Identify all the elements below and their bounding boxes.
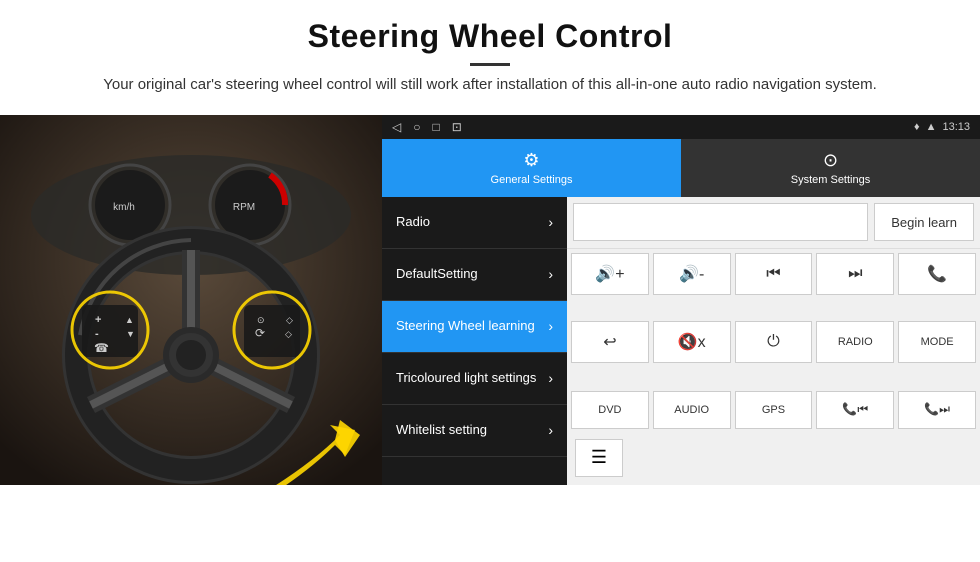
svg-text:⊙: ⊙ [257, 315, 265, 325]
page-subtitle: Your original car's steering wheel contr… [100, 74, 880, 97]
main-content: Radio › DefaultSetting › Steering Wheel … [382, 197, 980, 485]
menu-list: Radio › DefaultSetting › Steering Wheel … [382, 197, 567, 485]
home-nav-icon[interactable]: ○ [413, 120, 420, 134]
menu-item-whitelist-label: Whitelist setting [396, 422, 487, 439]
page-title: Steering Wheel Control [20, 18, 960, 55]
page-header: Steering Wheel Control Your original car… [0, 0, 980, 107]
tab-general-settings[interactable]: ⚙ General Settings [382, 139, 681, 197]
back-nav-icon[interactable]: ◁ [392, 120, 401, 134]
volume-down-button[interactable]: 🔊- [653, 253, 731, 295]
gps-label: GPS [762, 404, 785, 416]
tab-system-settings[interactable]: ⊙ System Settings [681, 139, 980, 197]
learn-input-field[interactable] [573, 203, 868, 241]
begin-learn-row: Begin learn [567, 197, 980, 249]
list-icon: ☰ [591, 447, 607, 468]
mute-button[interactable]: 🔇x [653, 321, 731, 363]
dvd-button[interactable]: DVD [571, 391, 649, 429]
header-divider [470, 63, 510, 66]
svg-text:▼: ▼ [126, 329, 135, 339]
svg-text:RPM: RPM [233, 202, 255, 213]
recents-nav-icon[interactable]: □ [432, 120, 439, 134]
menu-item-steering-label: Steering Wheel learning [396, 318, 535, 335]
menu-item-tricoloured-arrow: › [548, 370, 553, 386]
radio-label: RADIO [838, 336, 873, 348]
hang-up-icon: ↩ [603, 332, 616, 352]
menu-item-whitelist[interactable]: Whitelist setting › [382, 405, 567, 457]
menu-item-default-arrow: › [548, 266, 553, 282]
status-bar: ◁ ○ □ ⊡ ♦ ▲ 13:13 [382, 115, 980, 139]
gps-button[interactable]: GPS [735, 391, 813, 429]
steering-wheel-image: km/h RPM + [0, 115, 382, 485]
power-button[interactable]: ⏻ [735, 321, 813, 363]
prev-track-button[interactable]: ⏮ [735, 253, 813, 295]
status-bar-info: ♦ ▲ 13:13 [914, 121, 970, 133]
status-time: 13:13 [942, 121, 970, 133]
svg-text:▲: ▲ [125, 315, 134, 325]
system-settings-label: System Settings [791, 174, 870, 186]
menu-item-default-label: DefaultSetting [396, 266, 478, 283]
radio-button[interactable]: RADIO [816, 321, 894, 363]
controls-area: Begin learn 🔊+ 🔊- ⏮ ⏭ [567, 197, 980, 485]
volume-up-icon: 🔊+ [595, 264, 624, 284]
svg-text:☎: ☎ [94, 341, 109, 355]
mute-icon: 🔇x [678, 332, 706, 352]
dvd-label: DVD [598, 404, 621, 416]
status-bar-nav: ◁ ○ □ ⊡ [392, 120, 462, 134]
volume-up-button[interactable]: 🔊+ [571, 253, 649, 295]
menu-item-radio[interactable]: Radio › [382, 197, 567, 249]
svg-text:◇: ◇ [285, 329, 292, 339]
menu-item-steering[interactable]: Steering Wheel learning › [382, 301, 567, 353]
volume-down-icon: 🔊- [679, 264, 704, 284]
svg-text:+: + [95, 314, 101, 326]
mode-button[interactable]: MODE [898, 321, 976, 363]
audio-label: AUDIO [674, 404, 709, 416]
svg-text:◇: ◇ [286, 315, 293, 325]
phone-button[interactable]: 📞 [898, 253, 976, 295]
nav-tabs: ⚙ General Settings ⊙ System Settings [382, 139, 980, 197]
next-track-icon: ⏭ [848, 265, 862, 283]
prev-track-icon: ⏮ [766, 265, 780, 283]
general-settings-icon: ⚙ [523, 150, 539, 171]
gps-icon: ♦ [914, 121, 920, 133]
menu-item-whitelist-arrow: › [548, 422, 553, 438]
phone-icon: 📞 [927, 264, 947, 284]
phone-next-icon: 📞⏭ [924, 402, 950, 417]
mode-label: MODE [921, 336, 954, 348]
menu-item-steering-arrow: › [548, 318, 553, 334]
menu-item-tricoloured[interactable]: Tricoloured light settings › [382, 353, 567, 405]
phone-prev-button[interactable]: 📞⏮ [816, 391, 894, 429]
list-icon-button[interactable]: ☰ [575, 439, 623, 477]
menu-item-radio-arrow: › [548, 214, 553, 230]
audio-button[interactable]: AUDIO [653, 391, 731, 429]
wifi-icon: ▲ [926, 121, 937, 133]
system-settings-icon: ⊙ [823, 150, 838, 171]
control-buttons-grid: 🔊+ 🔊- ⏮ ⏭ 📞 ↩ [567, 249, 980, 389]
screenshot-nav-icon[interactable]: ⊡ [452, 120, 462, 134]
next-track-button[interactable]: ⏭ [816, 253, 894, 295]
menu-item-tricoloured-label: Tricoloured light settings [396, 370, 536, 387]
android-panel: ◁ ○ □ ⊡ ♦ ▲ 13:13 ⚙ General Settings ⊙ S… [382, 115, 980, 485]
hang-up-button[interactable]: ↩ [571, 321, 649, 363]
power-icon: ⏻ [767, 333, 780, 351]
svg-text:-: - [95, 328, 99, 340]
phone-next-button[interactable]: 📞⏭ [898, 391, 976, 429]
content-area: km/h RPM + [0, 115, 980, 485]
phone-prev-icon: 📞⏮ [842, 402, 868, 417]
general-settings-label: General Settings [491, 174, 573, 186]
begin-learn-button[interactable]: Begin learn [874, 203, 974, 241]
menu-item-radio-label: Radio [396, 214, 430, 231]
svg-text:km/h: km/h [113, 202, 135, 213]
menu-item-default[interactable]: DefaultSetting › [382, 249, 567, 301]
svg-text:⟳: ⟳ [255, 326, 265, 340]
